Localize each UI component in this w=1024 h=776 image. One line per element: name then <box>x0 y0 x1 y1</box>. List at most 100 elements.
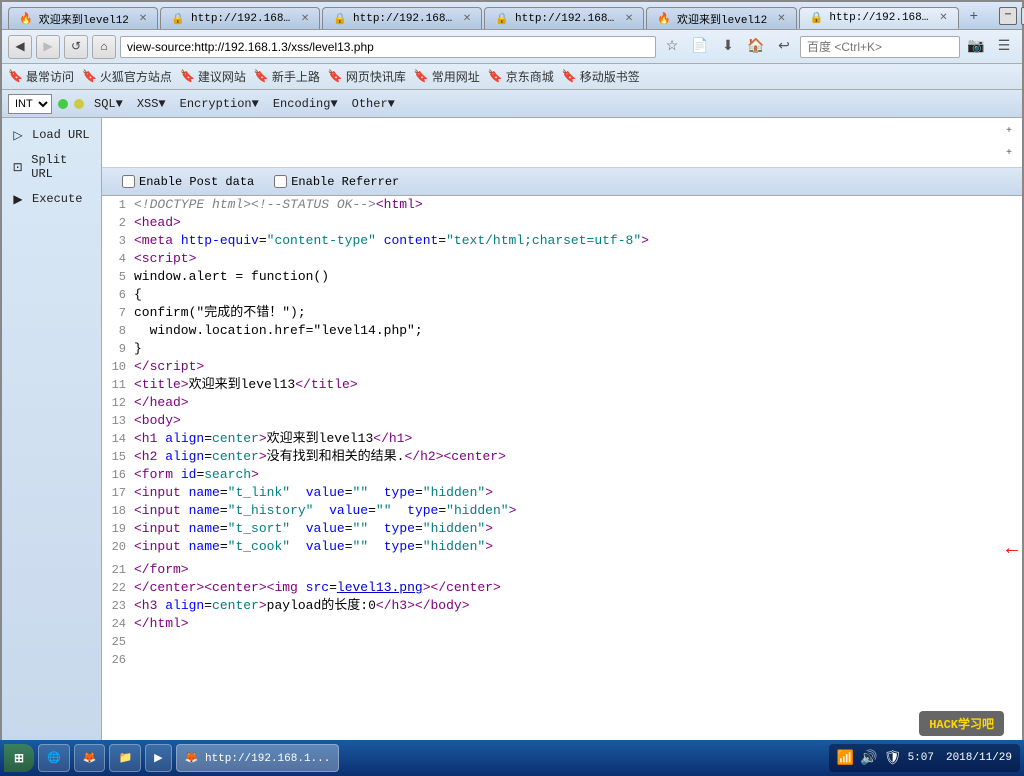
line-content: </head> <box>134 394 1018 412</box>
bookmark-label: 新手上路 <box>272 68 320 85</box>
taskbar-active-window[interactable]: 🦊 http://192.168.1... <box>176 744 340 772</box>
line-number: 8 <box>106 322 134 340</box>
tab-favicon: 🔥 <box>19 12 33 26</box>
line-content: <input name="t_link" value="" type="hidd… <box>134 484 1018 502</box>
home-button[interactable]: ⌂ <box>92 35 116 59</box>
line-content: </script> <box>134 358 1018 376</box>
enable-referrer-checkbox[interactable] <box>274 175 287 188</box>
source-line-6: 6{ <box>102 286 1022 304</box>
source-line-24: 24</html> <box>102 615 1022 633</box>
line-content: <input name="t_cook" value="" type="hidd… <box>134 538 996 556</box>
search-bar[interactable] <box>800 36 960 58</box>
taskbar-player-icon[interactable]: ▶ <box>145 744 171 772</box>
line-content: <h2 align=center>没有找到和相关的结果.</h2><center… <box>134 448 1018 466</box>
source-line-11: 11<title>欢迎来到level13</title> <box>102 376 1022 394</box>
taskbar-active-label: 🦊 http://192.168.1... <box>185 751 331 765</box>
nav-menu-icon[interactable]: ☰ <box>992 35 1016 59</box>
tray-network-icon[interactable]: 📶 <box>837 750 854 767</box>
forward-button[interactable]: ▶ <box>36 35 60 59</box>
bookmark-label: 常用网址 <box>432 68 480 85</box>
nav-back-icon[interactable]: ↩ <box>772 35 796 59</box>
taskbar-ie-icon[interactable]: 🌐 <box>38 744 70 772</box>
enable-post-checkbox[interactable] <box>122 175 135 188</box>
line-content: <head> <box>134 214 1018 232</box>
tab-tab3[interactable]: 🔒http://192.168.1.3/...✕ <box>322 7 482 29</box>
tab-close-icon[interactable]: ✕ <box>625 13 633 25</box>
tab-tab2[interactable]: 🔒http://192.168.1.3/...✕ <box>160 7 320 29</box>
new-tab-button[interactable]: + <box>961 5 987 29</box>
line-number: 11 <box>106 376 134 394</box>
line-content: </center><center><img src=level13.png></… <box>134 579 1018 597</box>
tab-tab1[interactable]: 🔥欢迎来到level12✕ <box>8 7 158 29</box>
tab-close-icon[interactable]: ✕ <box>777 13 785 25</box>
split-url-button[interactable]: ⊡ Split URL <box>2 148 101 186</box>
bookmark-label: 建议网站 <box>198 68 246 85</box>
tab-tab5[interactable]: 🔥欢迎来到level12✕ <box>646 7 796 29</box>
scroll-down-arrow[interactable]: + <box>1004 146 1014 161</box>
bookmark-item-6[interactable]: 🔖京东商城 <box>488 68 554 85</box>
hackbar-type-select[interactable]: INT <box>8 94 52 114</box>
line-number: 22 <box>106 579 134 597</box>
minimize-button[interactable]: ─ <box>999 7 1017 25</box>
save-page-icon[interactable]: 📄 <box>688 35 712 59</box>
tray-security-icon[interactable]: 🛡 <box>884 750 902 767</box>
tab-close-icon[interactable]: ✕ <box>939 12 947 24</box>
line-number: 3 <box>106 232 134 250</box>
hackbar-toolbar: INT SQL▼ XSS▼ Encryption▼ Encoding▼ Other▼ <box>2 90 1022 118</box>
download-icon[interactable]: ⬇ <box>716 35 740 59</box>
execute-icon: ▶ <box>10 191 26 207</box>
address-bar[interactable] <box>120 36 656 58</box>
tray-speaker-icon[interactable]: 🔊 <box>860 750 877 767</box>
tab-close-icon[interactable]: ✕ <box>139 13 147 25</box>
source-line-21: 21</form> <box>102 561 1022 579</box>
url-display-area: + + <box>102 118 1022 168</box>
start-button[interactable]: ⊞ <box>4 744 34 772</box>
bookmark-item-4[interactable]: 🔖网页快讯库 <box>328 68 406 85</box>
load-url-label: Load URL <box>32 128 90 142</box>
source-line-9: 9} <box>102 340 1022 358</box>
bookmark-item-3[interactable]: 🔖新手上路 <box>254 68 320 85</box>
tab-close-icon[interactable]: ✕ <box>301 13 309 25</box>
line-content: window.location.href="level14.php"; <box>134 322 1018 340</box>
hackbar-menu-encryption[interactable]: Encryption▼ <box>176 95 263 113</box>
tab-tab4[interactable]: 🔒http://192.168.1.3/...✕ <box>484 7 644 29</box>
bookmark-item-0[interactable]: 🔖最常访问 <box>8 68 74 85</box>
tab-tab6[interactable]: 🔒http://192.168.1...✕ <box>799 7 959 29</box>
indicator-green <box>58 99 68 109</box>
tab-close-icon[interactable]: ✕ <box>463 13 471 25</box>
hackbar-menu-sql[interactable]: SQL▼ <box>90 95 127 113</box>
reload-button[interactable]: ↺ <box>64 35 88 59</box>
hackbar-menu-encoding[interactable]: Encoding▼ <box>269 95 342 113</box>
hackbar-menu-other[interactable]: Other▼ <box>348 95 399 113</box>
source-line-8: 8 window.location.href="level14.php"; <box>102 322 1022 340</box>
bookmark-item-1[interactable]: 🔖火狐官方站点 <box>82 68 172 85</box>
load-url-button[interactable]: ▷ Load URL <box>2 122 101 148</box>
referrer-group: Enable Referrer <box>274 175 399 189</box>
tab-favicon: 🔒 <box>333 12 347 26</box>
line-number: 13 <box>106 412 134 430</box>
line-number: 25 <box>106 633 134 651</box>
bookmark-item-2[interactable]: 🔖建议网站 <box>180 68 246 85</box>
line-content: <script> <box>134 250 1018 268</box>
source-line-1: 1<!DOCTYPE html><!--STATUS OK--><html> <box>102 196 1022 214</box>
taskbar-firefox-icon[interactable]: 🦊 <box>74 744 106 772</box>
source-line-26: 26 <box>102 651 1022 669</box>
hackbar-menu-xss[interactable]: XSS▼ <box>133 95 170 113</box>
taskbar-folder-icon[interactable]: 📁 <box>109 744 141 772</box>
post-data-group: Enable Post data <box>122 175 254 189</box>
back-button[interactable]: ◀ <box>8 35 32 59</box>
line-number: 14 <box>106 430 134 448</box>
line-number: 23 <box>106 597 134 615</box>
source-line-16: 16<form id=search> <box>102 466 1022 484</box>
enable-referrer-label: Enable Referrer <box>291 175 399 189</box>
bookmark-item-5[interactable]: 🔖常用网址 <box>414 68 480 85</box>
scroll-up-arrow[interactable]: + <box>1004 124 1014 139</box>
content-area: + + Enable Post data Enable Referrer 1<!… <box>102 118 1022 752</box>
bookmark-item-7[interactable]: 🔖移动版书签 <box>562 68 640 85</box>
title-bar: 🔥欢迎来到level12✕🔒http://192.168.1.3/...✕🔒ht… <box>2 2 1022 30</box>
execute-button[interactable]: ▶ Execute <box>2 186 101 212</box>
bookmark-star-icon[interactable]: ☆ <box>660 35 684 59</box>
nav-camera-icon[interactable]: 📷 <box>964 35 988 59</box>
line-number: 7 <box>106 304 134 322</box>
nav-home-icon[interactable]: 🏠 <box>744 35 768 59</box>
